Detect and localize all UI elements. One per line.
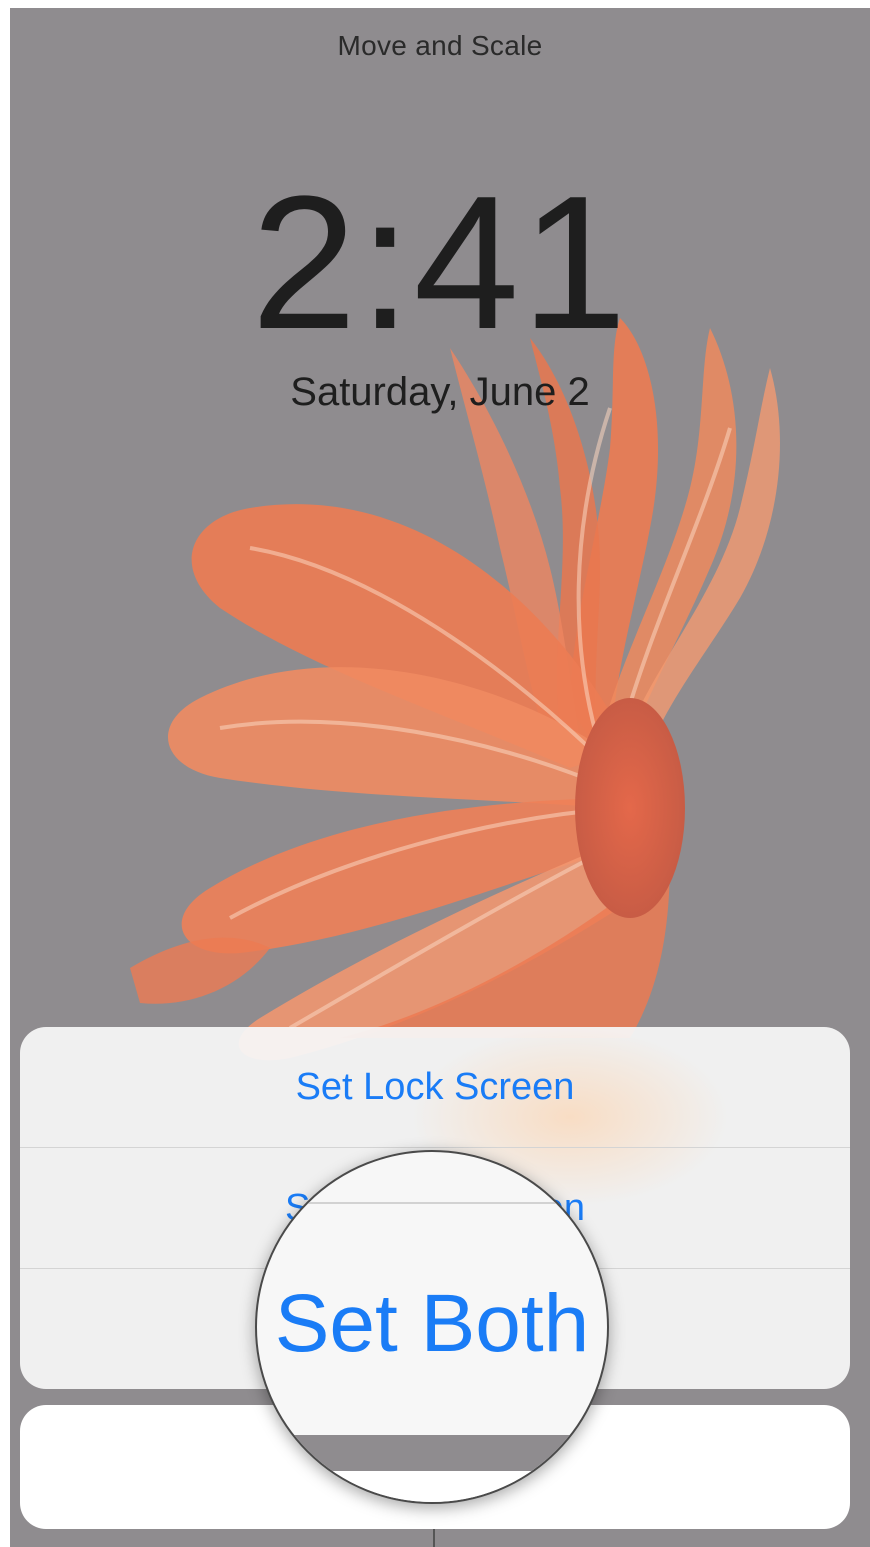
magnifier-divider [257,1202,607,1204]
lock-screen-time: 2:41 [251,157,629,369]
magnifier-stem [433,1529,435,1547]
lock-screen-date: Saturday, June 2 [290,370,590,414]
magnifier-gap [257,1435,607,1471]
magnifier-cancel-area [257,1471,607,1502]
magnifier-callout: Set Both [255,1150,609,1504]
magnified-set-both-button[interactable]: Set Both [257,1277,607,1371]
screen-title: Move and Scale [337,30,543,61]
set-lock-screen-button[interactable]: Set Lock Screen [20,1027,850,1147]
